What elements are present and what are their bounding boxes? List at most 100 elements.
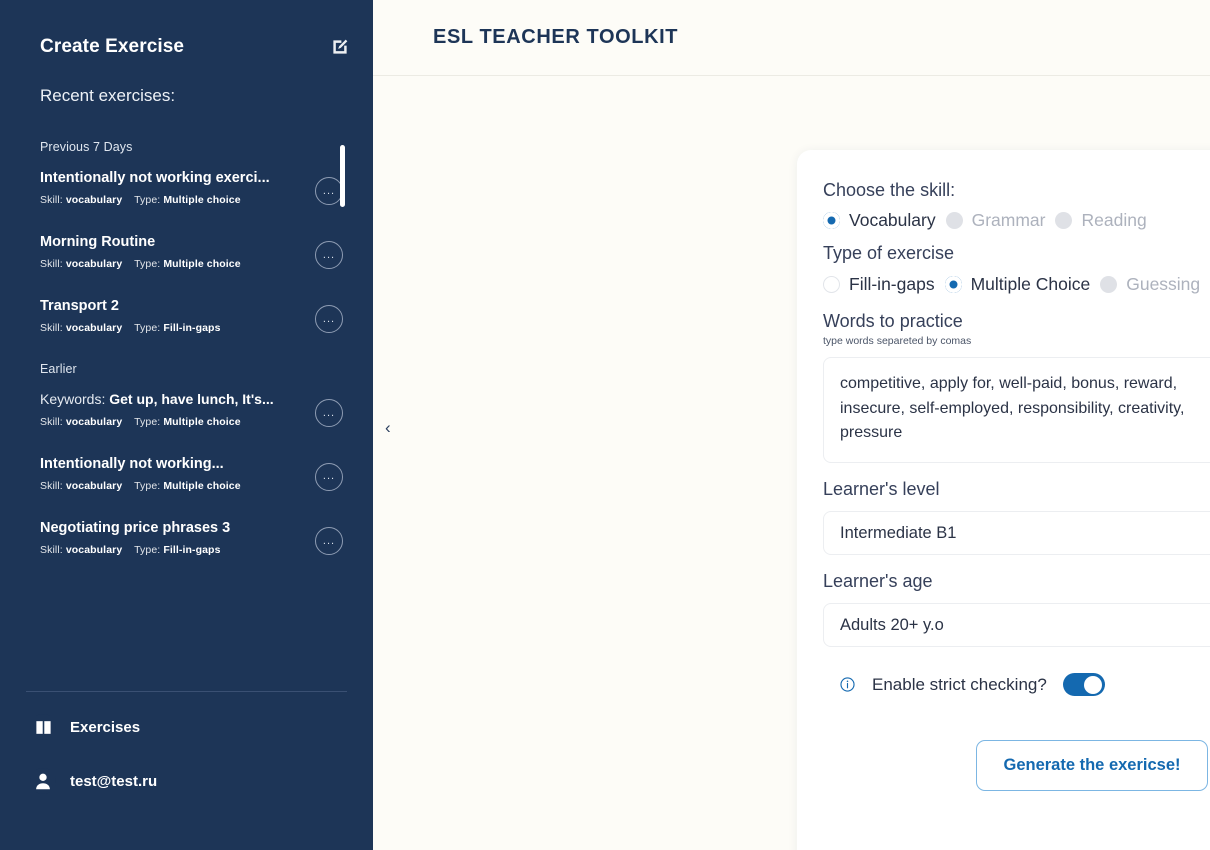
list-item-meta: Skill: vocabulary Type: Multiple choice [40, 258, 305, 270]
toggle-knob [1084, 675, 1103, 694]
words-line: insecure, self-employed, responsibility,… [840, 399, 1185, 417]
list-item-meta: Skill: vocabulary Type: Multiple choice [40, 194, 305, 206]
radio-guessing: Guessing [1100, 274, 1200, 295]
radio-label: Multiple Choice [970, 273, 1091, 294]
radio-reading: Reading [1055, 210, 1147, 231]
recent-exercises-label: Recent exercises: [40, 86, 176, 105]
words-label: Words to practice [823, 310, 963, 331]
skill-value: vocabulary [65, 258, 123, 271]
list-item-meta: Skill: vocabulary Type: Multiple choice [40, 480, 305, 492]
list-item-content: Transport 2 Skill: vocabulary Type: Fill… [40, 297, 305, 334]
list-item-content: Intentionally not working... Skill: voca… [40, 455, 305, 492]
sidebar-footer: Exercises test@test.ru [0, 692, 373, 850]
list-item-title: Transport 2 [40, 298, 119, 315]
list-item[interactable]: Negotiating price phrases 3 Skill: vocab… [40, 519, 355, 556]
list-item-menu-button[interactable]: ... [315, 527, 343, 555]
skill-value: vocabulary [65, 415, 123, 428]
list-item-content: Negotiating price phrases 3 Skill: vocab… [40, 519, 305, 556]
skill-section-label: Choose the skill: [823, 180, 956, 200]
list-item-menu-button[interactable]: ... [315, 399, 343, 428]
compose-icon[interactable] [331, 38, 349, 56]
radio-label: Guessing [1126, 273, 1201, 294]
type-value: Multiple choice [163, 415, 241, 428]
age-section: Learner's age Adults 20+ y.o [823, 569, 1210, 648]
sidebar-item-account[interactable]: test@test.ru [30, 768, 373, 794]
words-input[interactable]: competitive, apply for, well-paid, bonus… [823, 356, 1210, 463]
sidebar-item-label: test@test.ru [70, 772, 158, 790]
sidebar: Create Exercise Recent exercises: Previo… [0, 0, 373, 850]
radio-multiple-choice[interactable]: Multiple Choice [944, 273, 1091, 295]
skill-value: vocabulary [65, 480, 123, 492]
list-item[interactable]: Morning Routine Skill: vocabulary Type: … [40, 233, 355, 270]
type-label: Type: [134, 415, 161, 428]
list-item-meta: Skill: vocabulary Type: Multiple choice [40, 416, 305, 428]
main-content: ESL TEACHER TOOLKIT ‹ Choose the skill: … [373, 0, 1210, 850]
list-item-content: Keywords: Get up, have lunch, It's... Sk… [40, 391, 305, 428]
skill-value: vocabulary [65, 544, 123, 557]
sidebar-item-exercises[interactable]: Exercises [30, 714, 373, 740]
words-hint: type words separeted by comas [823, 334, 972, 347]
list-item[interactable]: Keywords: Get up, have lunch, It's... Sk… [40, 391, 355, 428]
list-item[interactable]: Intentionally not working exerci... Skil… [40, 169, 355, 206]
top-bar: ESL TEACHER TOOLKIT [373, 0, 1210, 76]
scrollbar-track[interactable] [341, 140, 345, 691]
type-label: Type: [134, 322, 161, 335]
keywords-value: Get up, have lunch, It's... [109, 391, 274, 408]
list-item-menu-button[interactable]: ... [315, 305, 343, 334]
list-item-menu-button[interactable]: ... [315, 462, 343, 491]
radio-fill-in-gaps[interactable]: Fill-in-gaps [823, 274, 935, 295]
type-value: Fill-in-gaps [163, 322, 221, 335]
create-exercise-title: Create Exercise [40, 36, 185, 57]
app-root: Create Exercise Recent exercises: Previo… [0, 0, 1210, 850]
sidebar-header: Create Exercise [0, 0, 373, 58]
radio-indicator-selected [944, 275, 962, 293]
radio-vocabulary[interactable]: Vocabulary [823, 210, 936, 231]
skill-label: Skill: [40, 258, 63, 271]
exercise-form-card: Choose the skill: Vocabulary Grammar Rea… [797, 150, 1210, 850]
list-item-meta: Skill: vocabulary Type: Fill-in-gaps [40, 322, 305, 334]
strict-checking-toggle[interactable] [1062, 673, 1105, 697]
list-item-keywords: Keywords: Get up, have lunch, It's... [40, 391, 305, 409]
radio-indicator-disabled [1100, 275, 1118, 293]
list-item-title: Negotiating price phrases 3 [40, 520, 231, 536]
generate-button-row: Generate the exericse! [823, 740, 1210, 792]
sidebar-item-label: Exercises [70, 718, 141, 736]
type-value: Multiple choice [163, 194, 241, 207]
type-label: Type: [134, 194, 161, 207]
age-select[interactable]: Adults 20+ y.o [823, 603, 1210, 648]
user-icon [30, 768, 56, 794]
words-line: competitive, apply for, well-paid, bonus… [840, 374, 1178, 392]
list-item[interactable]: Intentionally not working... Skill: voca… [40, 455, 355, 492]
radio-indicator-disabled [1055, 212, 1073, 230]
level-select[interactable]: Intermediate B1 [823, 511, 1210, 556]
level-label: Learner's level [823, 478, 940, 499]
generate-exercise-button[interactable]: Generate the exericse! [976, 740, 1208, 792]
level-section: Learner's level Intermediate B1 [823, 477, 1210, 556]
type-label: Type: [134, 258, 161, 271]
list-item-menu-button[interactable]: ... [315, 177, 343, 205]
level-value: Intermediate B1 [840, 523, 957, 542]
list-item[interactable]: Transport 2 Skill: vocabulary Type: Fill… [40, 297, 355, 334]
list-item-menu-button[interactable]: ... [315, 241, 343, 270]
scrollbar-thumb[interactable] [340, 145, 345, 207]
group-label-previous-7-days: Previous 7 Days [40, 140, 133, 154]
type-section-label: Type of exercise [823, 243, 955, 264]
list-item-meta: Skill: vocabulary Type: Fill-in-gaps [40, 544, 305, 556]
list-item-title: Intentionally not working exerci... [40, 170, 270, 186]
collapse-sidebar-button[interactable]: ‹ [381, 415, 395, 440]
skill-label: Skill: [40, 544, 63, 557]
info-icon[interactable] [839, 676, 856, 693]
page-title: ESL TEACHER TOOLKIT [433, 26, 679, 48]
type-radio-group: Fill-in-gaps Multiple Choice Guessing [823, 274, 1210, 295]
type-value: Multiple choice [163, 480, 241, 492]
age-label: Learner's age [823, 571, 933, 592]
exercise-list: Previous 7 Days Intentionally not workin… [0, 140, 373, 691]
skill-label: Skill: [40, 194, 63, 207]
radio-label: Fill-in-gaps [849, 273, 935, 294]
list-item-content: Morning Routine Skill: vocabulary Type: … [40, 233, 305, 270]
radio-label: Vocabulary [849, 210, 936, 231]
words-section: Words to practice type words separeted b… [823, 309, 1210, 463]
age-value: Adults 20+ y.o [840, 615, 944, 634]
group-label-earlier: Earlier [40, 362, 77, 377]
radio-indicator-disabled [945, 212, 963, 230]
